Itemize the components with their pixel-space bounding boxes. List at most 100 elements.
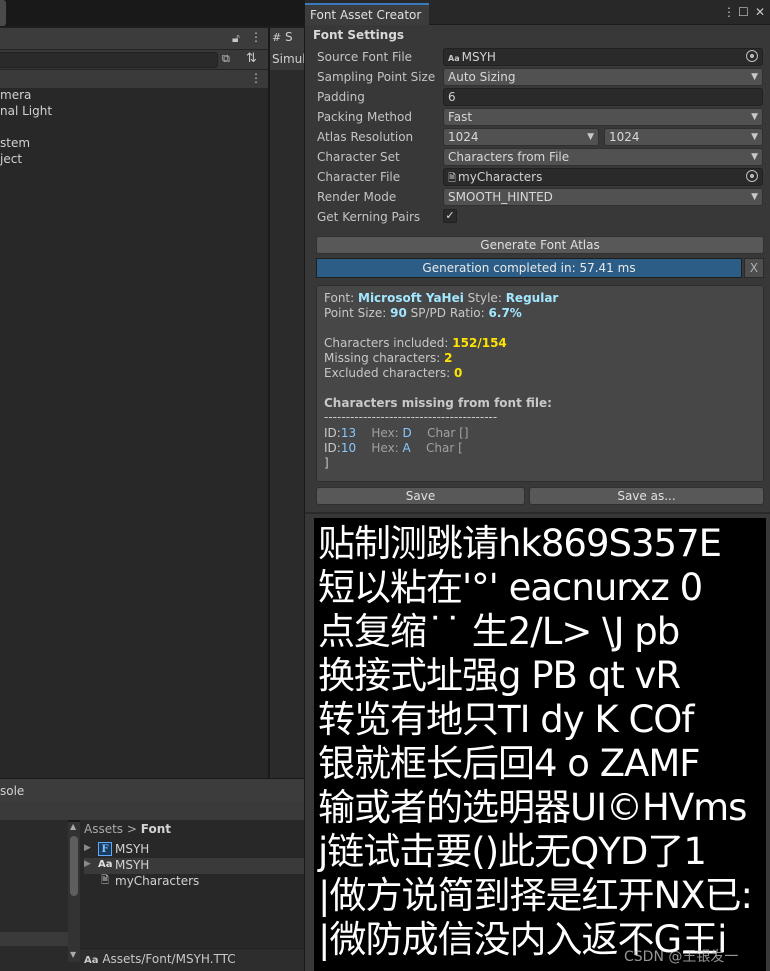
source-font-field[interactable]: Aa MSYH bbox=[443, 48, 763, 66]
character-set-dropdown[interactable]: Characters from File ▼ bbox=[443, 148, 763, 166]
report-point-line: Point Size: 90 SP/PD Ratio: 6.7% bbox=[324, 306, 522, 320]
simulator-label[interactable]: Simul bbox=[272, 52, 306, 66]
hierarchy-item[interactable]: nal Light bbox=[0, 104, 52, 118]
report-excluded-line: Excluded characters: 0 bbox=[324, 366, 463, 380]
dropdown-arrow-icon: ▼ bbox=[751, 72, 758, 82]
save-button[interactable]: Save bbox=[316, 487, 525, 505]
report-included-line: Characters included: 152/154 bbox=[324, 336, 507, 350]
dropdown-arrow-icon: ▼ bbox=[751, 152, 758, 162]
padding-input[interactable]: 6 bbox=[443, 88, 763, 106]
progress-bar: Generation completed in: 57.41 ms bbox=[316, 258, 742, 278]
toolbar-stub bbox=[0, 0, 6, 26]
packing-dropdown[interactable]: Fast ▼ bbox=[443, 108, 763, 126]
console-tab[interactable]: sole bbox=[0, 784, 24, 798]
character-file-field[interactable]: 🗎︎ myCharacters bbox=[443, 168, 763, 186]
atlas-glyph-row: 短以粘在'°' eacnurxz 0 bbox=[318, 566, 703, 609]
missing-header: Characters missing from font file: bbox=[324, 396, 552, 410]
report-font-line: Font: Microsoft YaHei Style: Regular bbox=[324, 291, 559, 305]
asset-row[interactable]: ▶ Aa MSYH bbox=[84, 858, 304, 874]
hierarchy-toolbar: 🔓︎ ⋮ bbox=[0, 28, 268, 50]
object-picker-icon[interactable] bbox=[746, 170, 758, 182]
checkmark-icon: ✓ bbox=[445, 209, 455, 222]
text-file-icon: 🗎︎ bbox=[100, 875, 110, 886]
kerning-checkbox[interactable]: ✓ bbox=[443, 209, 457, 223]
breadcrumb-assets[interactable]: Assets bbox=[84, 822, 123, 836]
dropdown-arrow-icon: ▼ bbox=[587, 132, 594, 142]
lock-icon[interactable]: 🔓︎ bbox=[232, 31, 240, 46]
generation-report: Font: Microsoft YaHei Style: Regular Poi… bbox=[316, 285, 764, 482]
atlas-glyph-row: 转览有地只TI dy K COf bbox=[318, 698, 694, 741]
save-as-button[interactable]: Save as... bbox=[529, 487, 764, 505]
hierarchy-search-input[interactable] bbox=[0, 52, 218, 68]
asset-path-bar: Aa Assets/Font/MSYH.TTC bbox=[80, 948, 304, 971]
expand-icon[interactable]: ▶ bbox=[84, 859, 91, 869]
atlas-width-dropdown[interactable]: 1024 ▼ bbox=[443, 128, 599, 146]
maximize-icon[interactable]: ☐ bbox=[738, 5, 749, 19]
font-file-icon: Aa bbox=[84, 955, 99, 966]
scene-menu-icon[interactable]: ⋮ bbox=[250, 71, 262, 85]
preview-divider bbox=[305, 512, 770, 514]
folder-tree-scrollbar[interactable]: ▲ ▼ bbox=[68, 822, 80, 962]
generate-atlas-button[interactable]: Generate Font Atlas bbox=[316, 236, 764, 254]
atlas-glyph-row: 银就框长后回4 o ZAMF bbox=[318, 742, 701, 785]
missing-row: ID:10 Hex: A Char [ bbox=[324, 441, 463, 455]
character-file-row: Character File 🗎︎ myCharacters bbox=[305, 167, 770, 187]
render-mode-dropdown[interactable]: SMOOTH_HINTED ▼ bbox=[443, 188, 763, 206]
project-folder-tree bbox=[0, 820, 68, 971]
font-file-icon: Aa bbox=[98, 859, 113, 870]
console-tabbar: sole bbox=[0, 778, 304, 802]
window-tabbar: Font Asset Creator ⋮ ☐ ✕ bbox=[305, 0, 770, 25]
atlas-glyph-row: j链试击要()此无QYD了1 bbox=[318, 830, 707, 873]
dropdown-arrow-icon: ▼ bbox=[751, 192, 758, 202]
breadcrumb-font[interactable]: Font bbox=[141, 822, 171, 836]
object-picker-icon[interactable] bbox=[746, 50, 758, 62]
hierarchy-item[interactable]: mera bbox=[0, 88, 31, 102]
dropdown-arrow-icon: ▼ bbox=[751, 132, 758, 142]
atlas-preview: 贴制测跳请hk869S357E 短以粘在'°' eacnurxz 0 点复缩˙˙… bbox=[314, 518, 766, 971]
folder-tree-item[interactable] bbox=[0, 932, 68, 946]
character-set-row: Character Set Characters from File ▼ bbox=[305, 147, 770, 167]
section-title: Font Settings bbox=[313, 28, 405, 42]
hierarchy-search-bar: ⧉ ⇅ bbox=[0, 50, 268, 70]
scroll-thumb[interactable] bbox=[70, 836, 78, 896]
scene-tab[interactable]: # S bbox=[272, 30, 306, 44]
atlas-glyph-row: 点复缩˙˙ 生2/L> \J pb bbox=[318, 610, 680, 653]
asset-row[interactable]: 🗎︎ myCharacters bbox=[84, 874, 304, 890]
close-icon[interactable]: ✕ bbox=[755, 5, 765, 19]
dropdown-arrow-icon: ▼ bbox=[751, 112, 758, 122]
sort-icon[interactable]: ⇅ bbox=[246, 51, 257, 66]
atlas-glyph-row: 换接式址强g PB qt vR bbox=[318, 654, 681, 697]
hierarchy-item[interactable]: stem bbox=[0, 136, 30, 150]
breadcrumb: Assets > Font bbox=[84, 822, 172, 836]
sampling-dropdown[interactable]: Auto Sizing ▼ bbox=[443, 68, 763, 86]
font-asset-icon: F bbox=[98, 842, 112, 856]
report-missing-line: Missing characters: 2 bbox=[324, 351, 453, 365]
atlas-resolution-row: Atlas Resolution 1024 ▼ 1024 ▼ bbox=[305, 127, 770, 147]
scroll-down-icon[interactable]: ▼ bbox=[70, 950, 76, 959]
asset-path: Assets/Font/MSYH.TTC bbox=[102, 952, 236, 966]
scroll-up-icon[interactable]: ▲ bbox=[70, 822, 76, 831]
source-font-row: Source Font File Aa MSYH bbox=[305, 47, 770, 67]
window-tab[interactable]: Font Asset Creator bbox=[305, 3, 429, 25]
window-menu-icon[interactable]: ⋮ bbox=[723, 5, 735, 19]
packing-row: Packing Method Fast ▼ bbox=[305, 107, 770, 127]
scene-view[interactable] bbox=[270, 70, 304, 778]
expand-icon[interactable]: ▶ bbox=[84, 843, 91, 853]
font-file-icon: Aa bbox=[448, 54, 460, 63]
hierarchy-panel bbox=[0, 88, 268, 778]
missing-trailing: ] bbox=[324, 456, 329, 470]
project-toolbar bbox=[0, 802, 304, 820]
hierarchy-scene-row[interactable]: ⋮ bbox=[0, 70, 268, 88]
menu-icon[interactable]: ⋮ bbox=[250, 30, 262, 44]
watermark: CSDN @王银发一 bbox=[624, 949, 739, 965]
scene-filter-icon[interactable]: ⧉ bbox=[222, 52, 230, 66]
atlas-glyph-row: 输或者的选明器UI©HVms bbox=[318, 786, 747, 829]
text-file-icon: 🗎︎ bbox=[448, 173, 457, 184]
atlas-height-dropdown[interactable]: 1024 ▼ bbox=[604, 128, 763, 146]
missing-row: ID:13 Hex: D Char [] bbox=[324, 426, 469, 440]
progress-close-button[interactable]: X bbox=[744, 258, 764, 278]
tree-footer bbox=[0, 962, 80, 971]
atlas-glyph-row: 贴制测跳请hk869S357E bbox=[318, 522, 722, 565]
hierarchy-item[interactable]: ject bbox=[0, 152, 22, 166]
asset-row[interactable]: ▶ F MSYH bbox=[84, 842, 304, 858]
